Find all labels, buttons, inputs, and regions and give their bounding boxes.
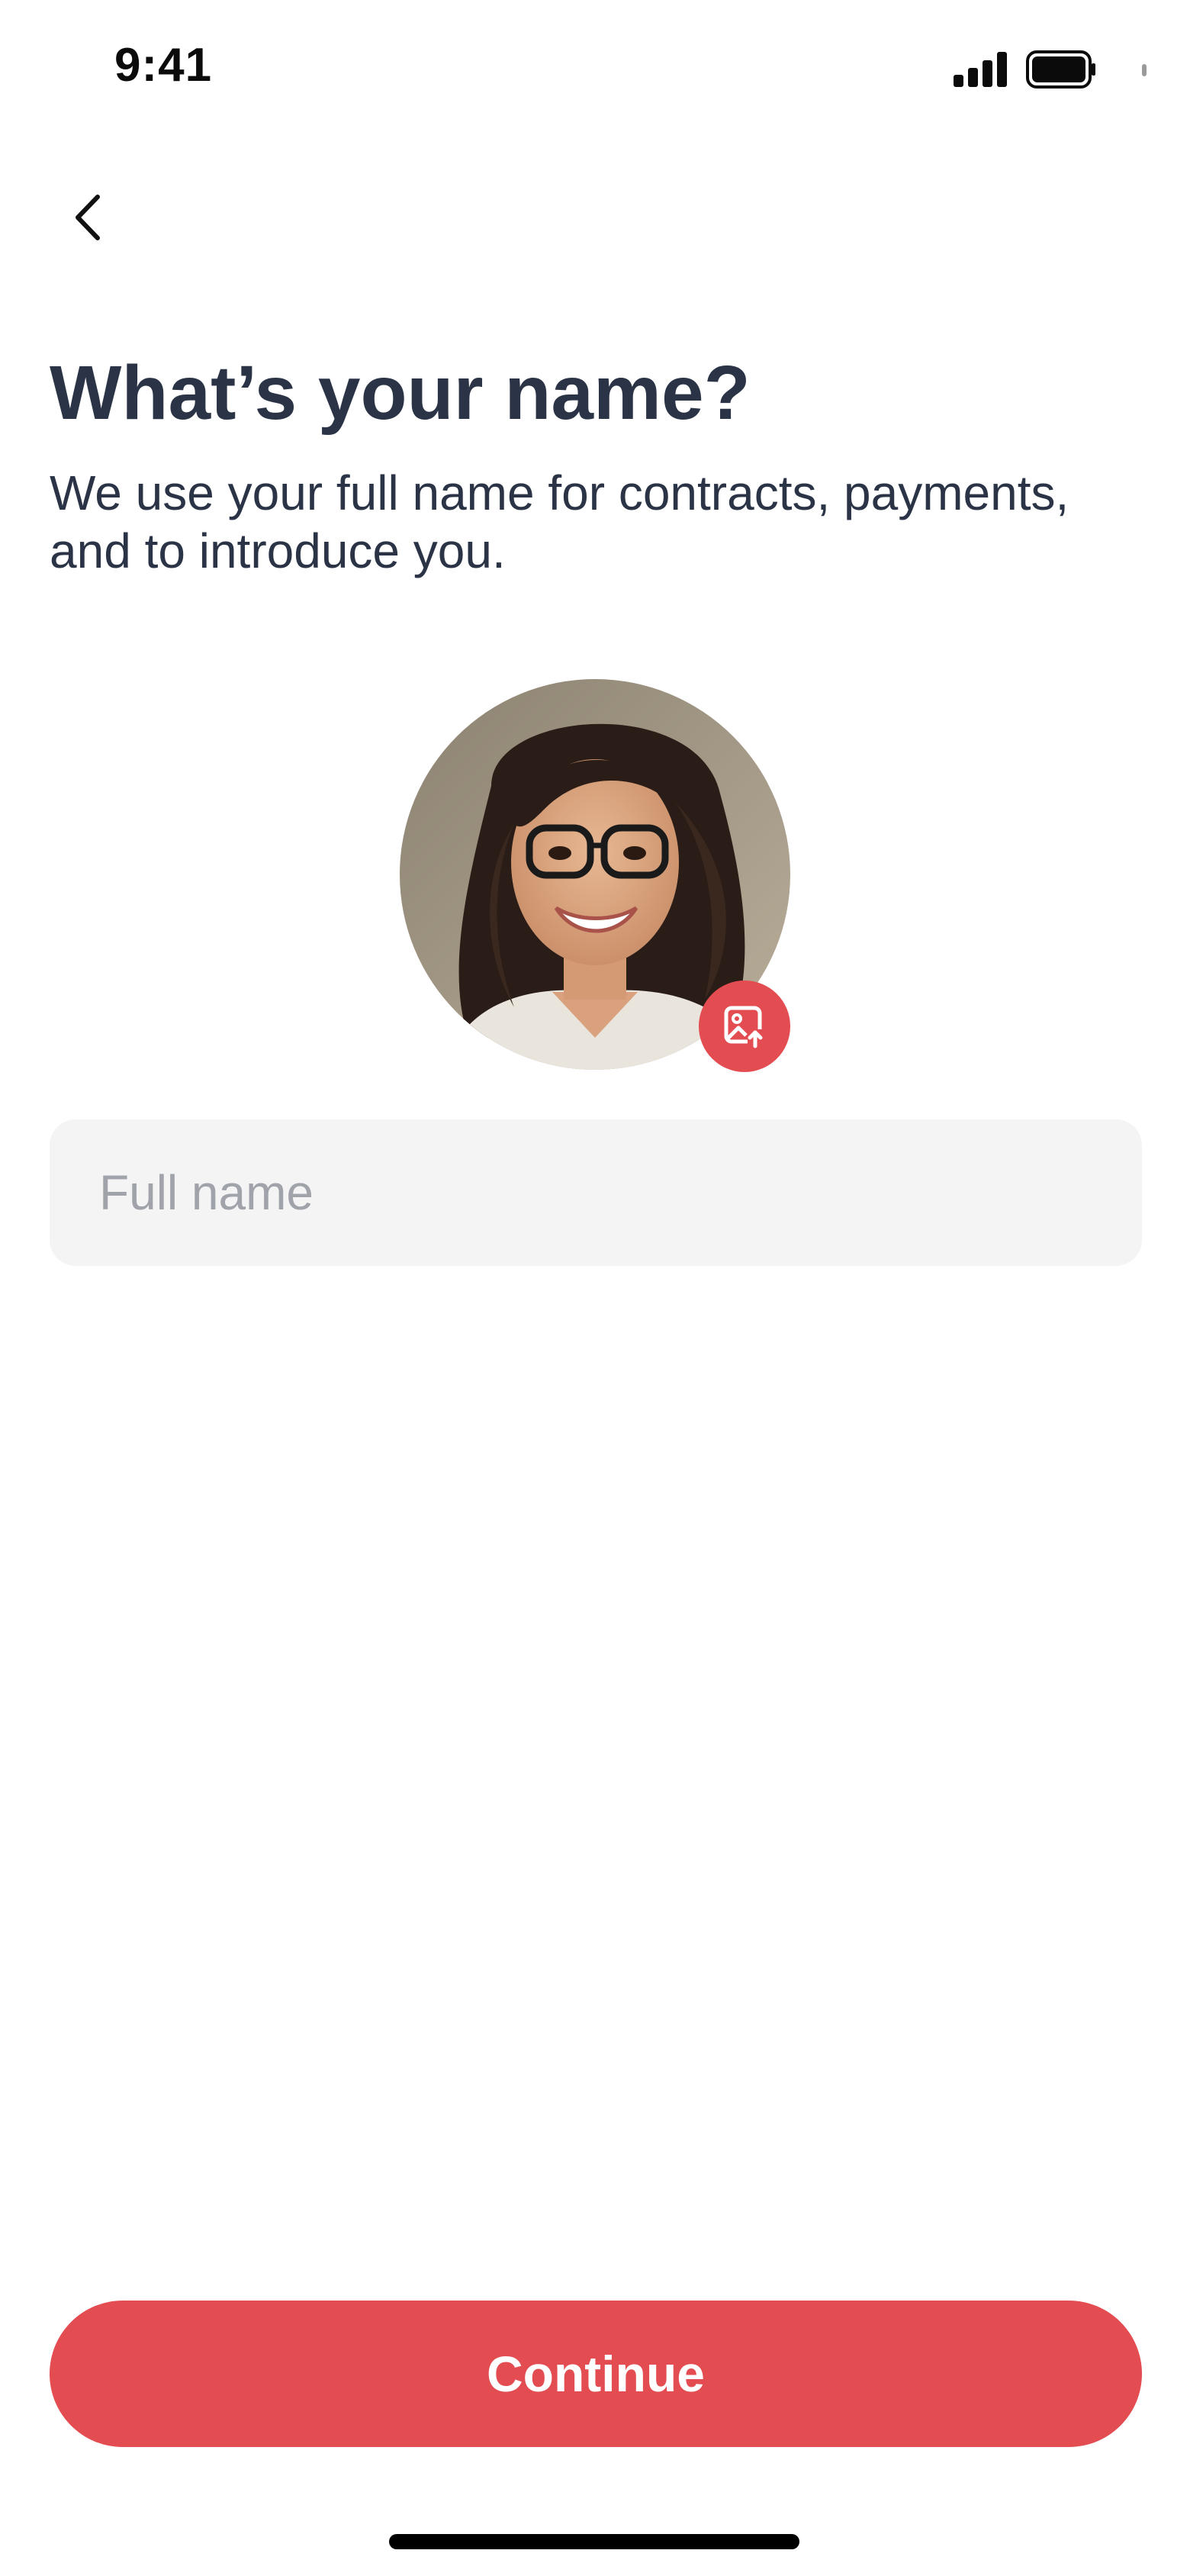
chevron-left-icon <box>76 195 100 240</box>
page-title: What’s your name? <box>50 350 751 436</box>
continue-button[interactable]: Continue <box>50 2301 1142 2447</box>
status-bar: 9:41 <box>0 0 1190 137</box>
cellular-signal-icon <box>954 52 1007 87</box>
full-name-input[interactable] <box>98 1164 1094 1222</box>
image-upload-icon <box>724 1006 764 1048</box>
page-subtitle: We use your full name for contracts, pay… <box>50 465 1069 578</box>
status-time: 9:41 <box>114 39 213 92</box>
upload-photo-button[interactable] <box>699 980 790 1072</box>
home-indicator[interactable] <box>389 2534 799 2549</box>
status-indicator-dot <box>1142 64 1147 76</box>
back-button[interactable] <box>53 183 122 252</box>
battery-full-icon <box>1026 50 1095 89</box>
full-name-field[interactable] <box>50 1119 1142 1266</box>
